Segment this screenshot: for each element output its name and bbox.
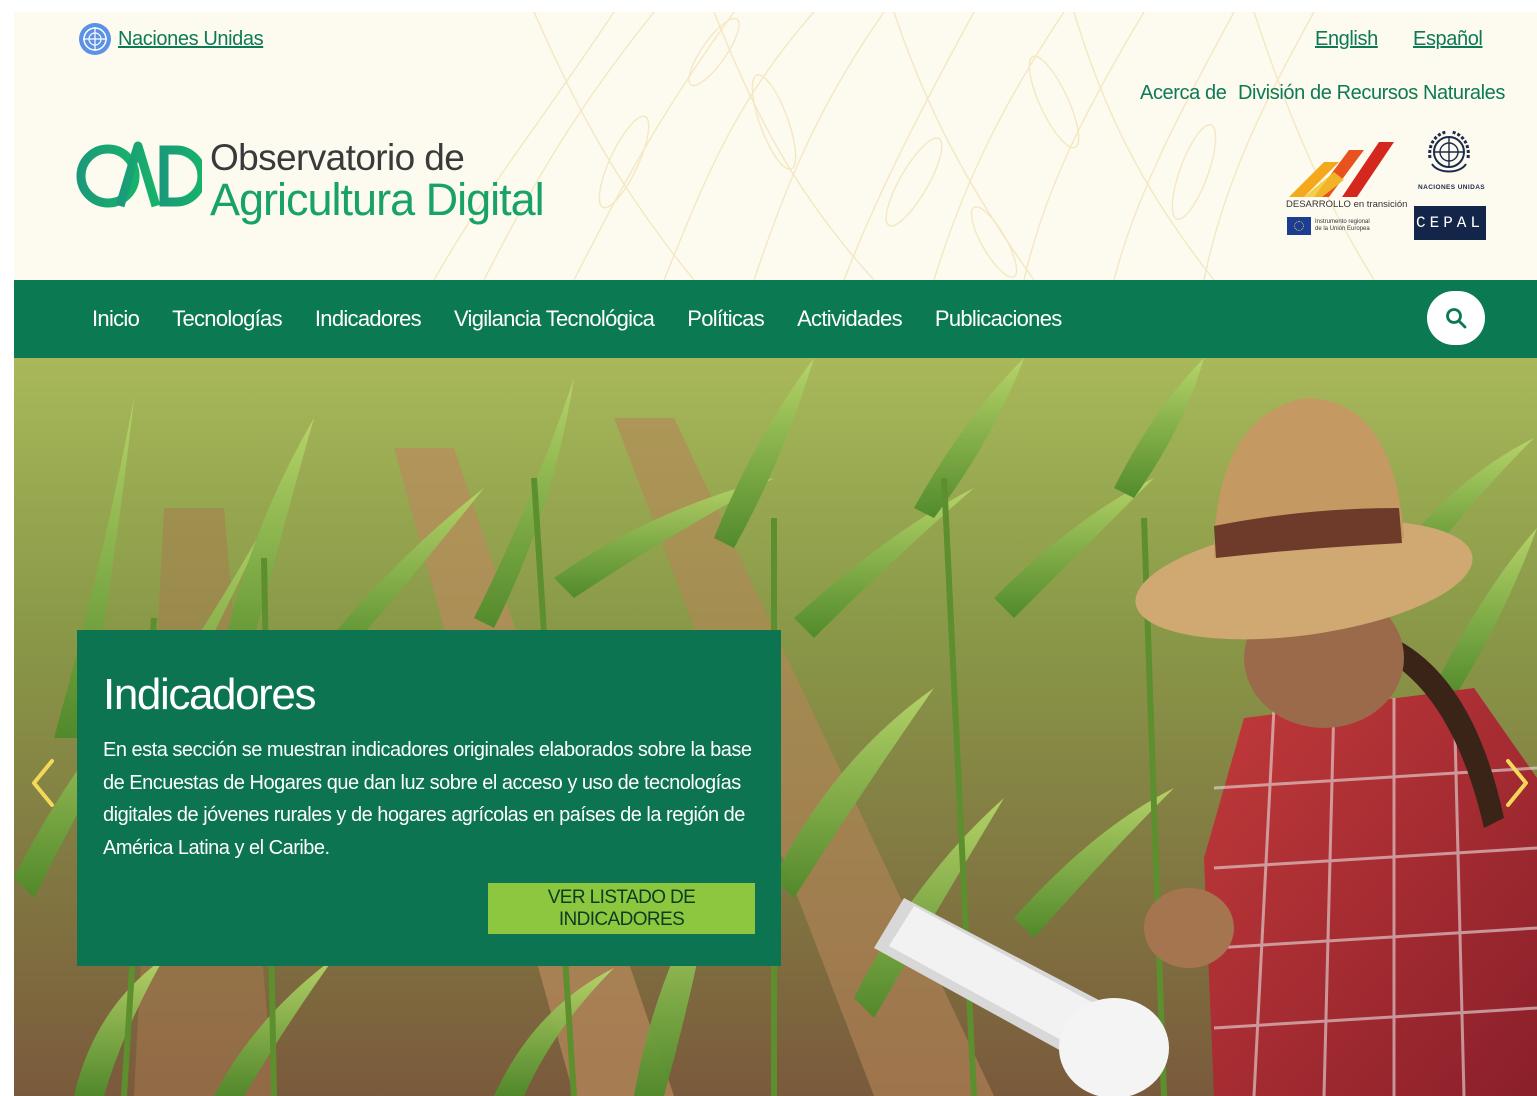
nav-list: Inicio Tecnologías Indicadores Vigilanci…: [92, 280, 1062, 358]
search-icon: [1446, 308, 1467, 329]
nav-item-publicaciones[interactable]: Publicaciones: [935, 306, 1062, 332]
un-emblem-icon: [1428, 130, 1470, 173]
eu-flag-icon: [1287, 217, 1311, 235]
view-indicators-button[interactable]: VER LISTADO DE INDICADORES: [488, 883, 755, 934]
dit-caption: DESARROLLO en transición: [1286, 199, 1408, 210]
hero-caption-panel: Indicadores En esta sección se muestran …: [77, 630, 781, 966]
about-link[interactable]: Acerca de: [1140, 82, 1227, 105]
un-link[interactable]: Naciones Unidas: [118, 28, 264, 51]
cepal-logo: CEPAL: [1414, 206, 1486, 240]
language-english-link[interactable]: English: [1315, 28, 1378, 51]
site-logo[interactable]: Observatorio de Agricultura Digital: [76, 130, 545, 230]
division-link[interactable]: División de Recursos Naturales: [1238, 82, 1505, 105]
un-caption: NACIONES UNIDAS: [1418, 184, 1486, 191]
eu-caption: Instrumento regional de la Unión Europea: [1315, 219, 1370, 232]
nav-item-actividades[interactable]: Actividades: [797, 306, 903, 332]
nav-item-vigilancia-tecnologica[interactable]: Vigilancia Tecnológica: [454, 306, 655, 332]
eu-instrument-logo: Instrumento regional de la Unión Europea: [1287, 217, 1371, 235]
un-globe-icon: [79, 23, 111, 55]
chevron-right-icon[interactable]: [1502, 753, 1532, 813]
search-button[interactable]: [1427, 291, 1485, 345]
nav-item-tecnologias[interactable]: Tecnologías: [172, 306, 282, 332]
nav-item-inicio[interactable]: Inicio: [92, 306, 140, 332]
nav-item-politicas[interactable]: Políticas: [687, 306, 765, 332]
hero-description: En esta sección se muestran indicadores …: [103, 739, 752, 859]
un-link-group[interactable]: Naciones Unidas: [78, 22, 264, 56]
hero-carousel: Indicadores En esta sección se muestran …: [14, 358, 1537, 1096]
hero-title: Indicadores: [103, 670, 316, 719]
nav-item-indicadores[interactable]: Indicadores: [315, 306, 422, 332]
oad-logo-mark-icon: [76, 141, 202, 228]
site-header: Naciones Unidas English Español Acerca d…: [14, 12, 1537, 280]
chevron-left-icon[interactable]: [28, 753, 58, 813]
logo-line-1: Observatorio de: [210, 136, 465, 178]
main-navigation: Inicio Tecnologías Indicadores Vigilanci…: [14, 280, 1537, 358]
language-spanish-link[interactable]: Español: [1413, 28, 1483, 51]
logo-line-2: Agricultura Digital: [210, 173, 545, 225]
